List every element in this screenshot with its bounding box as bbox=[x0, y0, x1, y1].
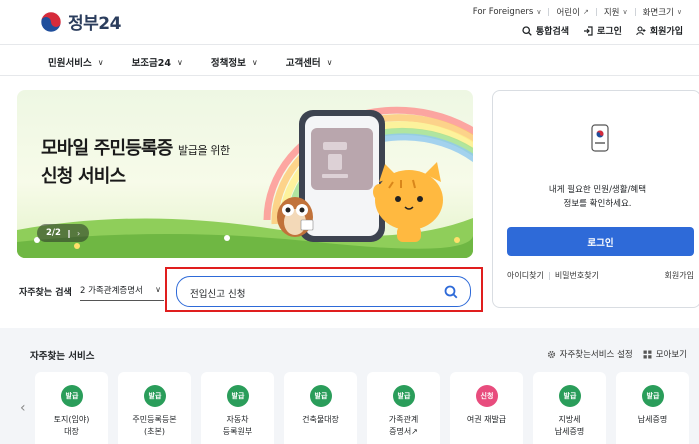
chevron-down-icon: ∨ bbox=[251, 57, 258, 67]
login-icon bbox=[584, 25, 593, 36]
issue-badge: 발급 bbox=[227, 385, 249, 407]
chevron-down-icon: ∨ bbox=[97, 57, 104, 67]
frequent-services-section: 자주찾는 서비스 자주찾는서비스 설정 모아보기 ‹ 발급 토지(임야) 대장 발… bbox=[0, 328, 699, 444]
util-font-size[interactable]: 화면크기 ∨ bbox=[636, 6, 689, 18]
divider bbox=[548, 271, 550, 280]
main-navigation: 민원서비스 ∨ 보조금24 ∨ 정책정보 ∨ 고객센터 ∨ bbox=[0, 46, 699, 76]
login-button[interactable]: 로그인 bbox=[507, 227, 694, 256]
login-links: 아이디찾기 비밀번호찾기 회원가입 bbox=[507, 270, 694, 281]
grid-icon bbox=[643, 350, 652, 358]
header-actions: 통합검색 로그인 회원가입 bbox=[522, 24, 683, 37]
chevron-down-icon: ∨ bbox=[326, 57, 333, 67]
service-name: 건축물대장 bbox=[302, 415, 339, 424]
util-kids[interactable]: 어린이 ↗ bbox=[549, 6, 595, 18]
chevron-down-icon: ∨ bbox=[536, 8, 542, 16]
nav-customer-center[interactable]: 고객센터 ∨ bbox=[286, 55, 333, 70]
services-tools: 자주찾는서비스 설정 모아보기 bbox=[547, 348, 687, 360]
service-name: 주민등록등본 (초본) bbox=[132, 415, 177, 436]
faq-search-label: 자주찾는 검색 bbox=[19, 288, 72, 298]
main-banner[interactable]: 모바일 주민등록증 발급을 위한 신청 서비스 2/2 ‖ › bbox=[17, 90, 473, 258]
service-card[interactable]: 발급 건축물대장 bbox=[284, 372, 357, 444]
service-name: 지방세 납세증명 bbox=[554, 415, 585, 436]
signup-link-secondary[interactable]: 회원가입 bbox=[665, 270, 694, 281]
user-add-icon bbox=[636, 25, 646, 35]
faq-search-select[interactable]: 2 가족관계증명서 ∨ bbox=[80, 279, 164, 301]
find-password-link[interactable]: 비밀번호찾기 bbox=[555, 270, 599, 281]
find-id-link[interactable]: 아이디찾기 bbox=[507, 270, 544, 281]
taegeuk-logo-icon bbox=[40, 11, 62, 32]
service-name: 자동차 등록원부 bbox=[222, 415, 253, 436]
service-card[interactable]: 발급 자동차 등록원부 bbox=[201, 372, 274, 444]
service-card[interactable]: 발급 토지(임야) 대장 bbox=[35, 372, 108, 444]
pager-count: 2/2 bbox=[46, 228, 61, 238]
main-search-input[interactable]: 전입신고 신청 bbox=[176, 276, 471, 307]
chevron-down-icon: ∨ bbox=[622, 8, 628, 16]
services-settings-button[interactable]: 자주찾는서비스 설정 bbox=[547, 348, 633, 360]
service-name: 가족관계 증명서↗ bbox=[388, 415, 419, 436]
util-support[interactable]: 지원 ∨ bbox=[597, 6, 635, 18]
issue-badge: 발급 bbox=[559, 385, 581, 407]
service-name: 토지(임야) 대장 bbox=[53, 415, 90, 436]
service-name: 납세증명 bbox=[637, 415, 668, 424]
pause-icon[interactable]: ‖ bbox=[67, 229, 71, 238]
utility-menu: For Foreigners ∨ 어린이 ↗ 지원 ∨ 화면크기 ∨ bbox=[466, 6, 689, 18]
search-query: 전입신고 신청 bbox=[190, 289, 246, 300]
carousel-prev-icon[interactable]: ‹ bbox=[20, 400, 26, 416]
chevron-down-icon: ∨ bbox=[177, 57, 183, 67]
banner-subtitle: 신청 서비스 bbox=[41, 166, 126, 187]
site-logo[interactable]: 정부24 bbox=[40, 9, 121, 34]
nav-subsidy[interactable]: 보조금24 ∨ bbox=[132, 55, 183, 70]
view-all-button[interactable]: 모아보기 bbox=[643, 348, 687, 360]
chevron-down-icon: ∨ bbox=[676, 8, 682, 16]
section-title: 자주찾는 서비스 bbox=[30, 351, 95, 362]
next-icon[interactable]: › bbox=[77, 229, 80, 238]
issue-badge: 발급 bbox=[310, 385, 332, 407]
issue-badge: 발급 bbox=[393, 385, 415, 407]
search-icon bbox=[522, 25, 532, 36]
nav-civil-service[interactable]: 민원서비스 ∨ bbox=[48, 55, 104, 70]
integrated-search-link[interactable]: 통합검색 bbox=[522, 24, 569, 37]
banner-pager: 2/2 ‖ › bbox=[37, 224, 90, 242]
login-message: 내게 필요한 민원/생활/혜택 정보를 확인하세요. bbox=[548, 185, 647, 209]
search-icon[interactable] bbox=[444, 285, 458, 299]
service-card[interactable]: 발급 주민등록등본 (초본) bbox=[118, 372, 191, 444]
issue-badge: 발급 bbox=[144, 385, 166, 407]
util-foreigners[interactable]: For Foreigners ∨ bbox=[466, 7, 549, 17]
gear-icon bbox=[547, 350, 555, 358]
service-name: 여권 재발급 bbox=[466, 415, 507, 424]
banner-title: 모바일 주민등록증 발급을 위한 bbox=[41, 138, 230, 159]
apply-badge: 신청 bbox=[476, 385, 498, 407]
mobile-id-icon bbox=[591, 124, 609, 152]
service-card[interactable]: 신청 여권 재발급 bbox=[450, 372, 523, 444]
chevron-down-icon: ∨ bbox=[155, 285, 161, 294]
service-card[interactable]: 발급 지방세 납세증명 bbox=[533, 372, 606, 444]
service-card[interactable]: 발급 납세증명 bbox=[616, 372, 689, 444]
signup-link[interactable]: 회원가입 bbox=[636, 24, 683, 37]
issue-badge: 발급 bbox=[642, 385, 664, 407]
logo-text: 정부24 bbox=[68, 14, 121, 34]
service-card[interactable]: 발급 가족관계 증명서↗ bbox=[367, 372, 440, 444]
issue-badge: 발급 bbox=[61, 385, 83, 407]
service-cards: 발급 토지(임야) 대장 발급 주민등록등본 (초본) 발급 자동차 등록원부 발급 … bbox=[35, 372, 689, 444]
external-link-icon: ↗ bbox=[582, 8, 589, 16]
site-header: 정부24 For Foreigners ∨ 어린이 ↗ 지원 ∨ 화면크기 ∨ … bbox=[0, 0, 699, 45]
login-panel: 내게 필요한 민원/생활/혜택 정보를 확인하세요. 로그인 아이디찾기 비밀번… bbox=[492, 90, 699, 308]
nav-policy[interactable]: 정책정보 ∨ bbox=[211, 55, 258, 70]
login-link[interactable]: 로그인 bbox=[583, 24, 622, 37]
